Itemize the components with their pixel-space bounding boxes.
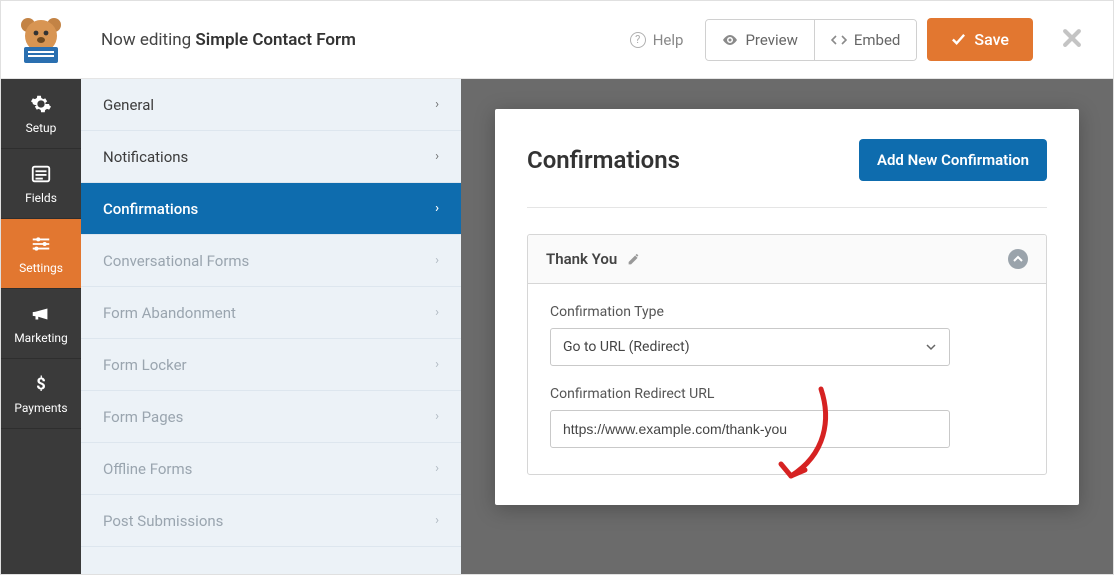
confirmation-header[interactable]: Thank You xyxy=(528,235,1046,284)
help-label: Help xyxy=(653,31,684,49)
settings-sidebar: General › Notifications › Confirmations … xyxy=(81,79,461,574)
confirmations-panel: Confirmations Add New Confirmation Thank… xyxy=(495,109,1079,505)
sidebar-item-post-submissions[interactable]: Post Submissions › xyxy=(81,495,461,547)
add-button-label: Add New Confirmation xyxy=(877,151,1029,169)
chevron-right-icon: › xyxy=(435,409,439,424)
nav-payments[interactable]: $ Payments xyxy=(1,359,81,429)
chevron-right-icon: › xyxy=(435,357,439,372)
embed-button[interactable]: Embed xyxy=(815,20,917,60)
sliders-icon xyxy=(30,233,52,255)
megaphone-icon xyxy=(30,303,52,325)
editor-header: Now editing Simple Contact Form ? Help P… xyxy=(1,1,1113,79)
sidebar-label: Confirmations xyxy=(103,200,198,218)
save-button[interactable]: Save xyxy=(927,18,1033,61)
add-new-confirmation-button[interactable]: Add New Confirmation xyxy=(859,139,1047,181)
close-button[interactable] xyxy=(1043,22,1093,57)
select-value: Go to URL (Redirect) xyxy=(563,339,690,355)
chevron-right-icon: › xyxy=(435,461,439,476)
confirmation-type-select[interactable]: Go to URL (Redirect) xyxy=(550,328,950,366)
sidebar-item-conversational[interactable]: Conversational Forms › xyxy=(81,235,461,287)
close-icon xyxy=(1061,27,1083,49)
gear-icon xyxy=(30,93,52,115)
chevron-right-icon: › xyxy=(435,513,439,528)
dollar-icon: $ xyxy=(30,373,52,395)
eye-icon xyxy=(722,32,738,48)
embed-label: Embed xyxy=(854,31,901,49)
sidebar-item-confirmations[interactable]: Confirmations › xyxy=(81,183,461,235)
chevron-right-icon: › xyxy=(435,97,439,112)
content-area: Confirmations Add New Confirmation Thank… xyxy=(461,79,1113,574)
sidebar-item-general[interactable]: General › xyxy=(81,79,461,131)
sidebar-item-locker[interactable]: Form Locker › xyxy=(81,339,461,391)
chevron-right-icon: › xyxy=(435,201,439,216)
sidebar-label: Form Pages xyxy=(103,408,183,426)
nav-setup-label: Setup xyxy=(26,121,57,135)
confirmation-accordion: Thank You Confirmation Type Go to URL (R… xyxy=(527,234,1047,475)
wpforms-logo xyxy=(1,1,81,79)
nav-fields[interactable]: Fields xyxy=(1,149,81,219)
check-icon xyxy=(951,32,966,47)
collapse-toggle[interactable] xyxy=(1008,249,1028,269)
sidebar-label: Post Submissions xyxy=(103,512,223,530)
chevron-down-icon xyxy=(925,341,937,353)
redirect-url-label: Confirmation Redirect URL xyxy=(550,386,1024,402)
sidebar-item-abandonment[interactable]: Form Abandonment › xyxy=(81,287,461,339)
chevron-up-icon xyxy=(1013,254,1023,264)
sidebar-label: General xyxy=(103,96,154,114)
sidebar-label: Form Locker xyxy=(103,356,187,374)
sidebar-label: Offline Forms xyxy=(103,460,192,478)
preview-label: Preview xyxy=(745,31,797,49)
chevron-right-icon: › xyxy=(435,305,439,320)
redirect-url-input[interactable] xyxy=(550,410,950,448)
nav-rail: Setup Fields Settings Marketing xyxy=(1,79,81,574)
editing-prefix: Now editing xyxy=(101,30,195,50)
chevron-right-icon: › xyxy=(435,253,439,268)
panel-title: Confirmations xyxy=(527,146,680,174)
sidebar-item-notifications[interactable]: Notifications › xyxy=(81,131,461,183)
sidebar-label: Conversational Forms xyxy=(103,252,249,270)
help-link[interactable]: ? Help xyxy=(630,31,684,49)
sidebar-item-offline[interactable]: Offline Forms › xyxy=(81,443,461,495)
pencil-icon[interactable] xyxy=(627,253,640,266)
save-label: Save xyxy=(974,30,1009,49)
nav-fields-label: Fields xyxy=(25,191,57,205)
sidebar-label: Form Abandonment xyxy=(103,304,236,322)
form-name: Simple Contact Form xyxy=(195,30,355,50)
sidebar-item-pages[interactable]: Form Pages › xyxy=(81,391,461,443)
nav-settings[interactable]: Settings xyxy=(1,219,81,289)
list-icon xyxy=(30,163,52,185)
preview-embed-group: Preview Embed xyxy=(705,19,917,61)
editing-title: Now editing Simple Contact Form xyxy=(81,30,630,50)
chevron-right-icon: › xyxy=(435,149,439,164)
nav-marketing[interactable]: Marketing xyxy=(1,289,81,359)
svg-text:$: $ xyxy=(36,375,45,394)
nav-payments-label: Payments xyxy=(14,401,67,415)
sidebar-label: Notifications xyxy=(103,148,188,166)
confirmation-type-label: Confirmation Type xyxy=(550,304,1024,320)
nav-marketing-label: Marketing xyxy=(14,331,68,345)
confirmation-name: Thank You xyxy=(546,250,617,268)
bear-logo-icon xyxy=(16,15,66,65)
nav-setup[interactable]: Setup xyxy=(1,79,81,149)
help-icon: ? xyxy=(630,32,646,48)
preview-button[interactable]: Preview xyxy=(706,20,814,60)
code-icon xyxy=(831,32,847,48)
nav-settings-label: Settings xyxy=(19,261,63,275)
